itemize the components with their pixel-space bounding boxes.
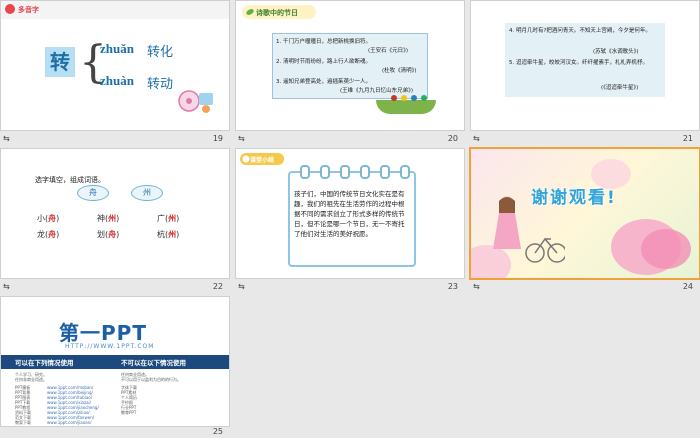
slide-thumbnail-22[interactable]: 选字填空，组成词语。 舟 州 小(舟) 神(州) 广(州) 龙(舟) 划(舟) … <box>1 149 229 278</box>
paddlers-icon <box>391 95 427 101</box>
brand-logo: 第一PPT <box>59 321 147 345</box>
slide-transition-icon[interactable]: ⇆ <box>473 282 480 291</box>
cartoon-wheel-icon <box>178 90 213 113</box>
character-card: 转 <box>45 47 75 77</box>
disallowed-item: 不可以用于以盈利为目的的行为。 <box>121 377 181 382</box>
slide-header-text: 诗歌中的节日 <box>256 9 298 17</box>
fill-blank-word: 龙(舟) <box>37 230 60 239</box>
pinyin-2: zhuàn <box>100 73 134 88</box>
slide-thumbnail-19[interactable]: 多音字 转 { zhuǎn 转化 zhuàn 转动 <box>1 1 229 130</box>
pen-icon <box>5 4 15 14</box>
slide-thumbnail-20[interactable]: 诗歌中的节日 1. 千门万户曈曈日，总把新桃换旧符。 (王安石《元日》) 2. … <box>236 1 464 130</box>
fill-blank-word: 广(州) <box>157 214 180 223</box>
slide-number: 21 <box>682 134 693 143</box>
fill-blank-word: 小(舟) <box>37 214 60 223</box>
flower-cluster <box>641 229 691 269</box>
notepad-ring <box>300 165 310 179</box>
option-bubble: 舟 <box>77 185 109 201</box>
slide-transition-icon[interactable]: ⇆ <box>238 134 245 143</box>
notepad-ring <box>340 165 350 179</box>
slide-header-text: 课堂小结 <box>250 157 275 164</box>
leaf-icon <box>246 9 254 15</box>
disallowed-heading: 不可以在以下情况使用 <box>121 359 186 367</box>
pinyin-1: zhuǎn <box>100 41 134 56</box>
poem-line: 2. 清明时节雨纷纷，路上行人欲断魂。 <box>276 59 371 65</box>
slide-tag: 多音字 <box>18 6 39 14</box>
slide-number: 23 <box>447 282 458 291</box>
notepad-ring <box>360 165 370 179</box>
exercise-instruction: 选字填空，组成词语。 <box>35 176 105 184</box>
bulb-icon <box>242 155 250 163</box>
slide-transition-icon[interactable]: ⇆ <box>3 282 10 291</box>
summary-text: 孩子们，中国的传统节日文化实在是有趣，我们的祖先在生活劳作的过程中根据不同的需求… <box>294 190 405 238</box>
slide-number: 24 <box>682 282 693 291</box>
slide-thumbnail-25[interactable]: 第一PPT HTTP://WWW.1PPT.COM 可以在下列情况使用 不可以在… <box>1 297 229 426</box>
notepad-ring <box>320 165 330 179</box>
slide-thumbnail-24[interactable]: 谢谢观看! <box>471 149 699 278</box>
poem-line: 4. 明月几时有?把酒问青天。不知天上宫阙，今夕是何年。 <box>509 28 651 34</box>
allowed-item: 教案下载 <box>15 420 31 425</box>
poem-source: (《迢迢牵牛星》) <box>601 85 639 91</box>
slide-number: 19 <box>212 134 223 143</box>
poem-source: (王安石《元日》) <box>368 48 409 54</box>
slide-transition-icon[interactable]: ⇆ <box>238 282 245 291</box>
poem-line: 3. 遥知兄弟登高处，遍插茱萸少一人。 <box>276 79 371 85</box>
slide-number: 22 <box>212 282 223 291</box>
fill-blank-word: 神(州) <box>97 214 120 223</box>
slide-number: 25 <box>212 427 223 436</box>
slide-transition-icon[interactable]: ⇆ <box>473 134 480 143</box>
slide-number: 20 <box>447 134 458 143</box>
word-1: 转化 <box>147 45 174 60</box>
allowed-heading: 可以在下列情况使用 <box>15 359 74 367</box>
girl-with-bicycle-illustration <box>493 196 565 263</box>
disallowed-item: 教育PPT <box>121 410 137 415</box>
slide-transition-icon[interactable]: ⇆ <box>3 134 10 143</box>
resource-link[interactable]: www.1ppt.com/jiaoan/ <box>47 420 92 425</box>
notepad-ring <box>400 165 410 179</box>
poem-line: 5. 迢迢牵牛星，皎皎河汉女。纤纤擢素手，札札弄机杼。 <box>509 60 648 66</box>
slide-thumbnail-23[interactable]: 课堂小结 孩子们，中国的传统节日文化实在是有趣，我们的祖先在生活劳作的过程中根据… <box>236 149 464 278</box>
poem-source: (苏轼《水调歌头》) <box>593 49 639 55</box>
word-2: 转动 <box>147 77 174 92</box>
poem-line: 1. 千门万户曈曈日，总把新桃换旧符。 <box>276 39 371 45</box>
fill-blank-word: 划(舟) <box>97 230 120 239</box>
slide-thumbnail-21[interactable]: 4. 明月几时有?把酒问青天。不知天上宫阙，今夕是何年。 (苏轼《水调歌头》) … <box>471 1 699 130</box>
allowed-item: 任何非商业用途。 <box>15 377 47 382</box>
poem-source: (杜牧《清明》) <box>382 68 417 74</box>
notepad-ring <box>380 165 390 179</box>
fill-blank-word: 杭(州) <box>157 230 180 239</box>
option-bubble: 州 <box>131 185 163 201</box>
brand-url: HTTP://WWW.1PPT.COM <box>65 343 155 350</box>
